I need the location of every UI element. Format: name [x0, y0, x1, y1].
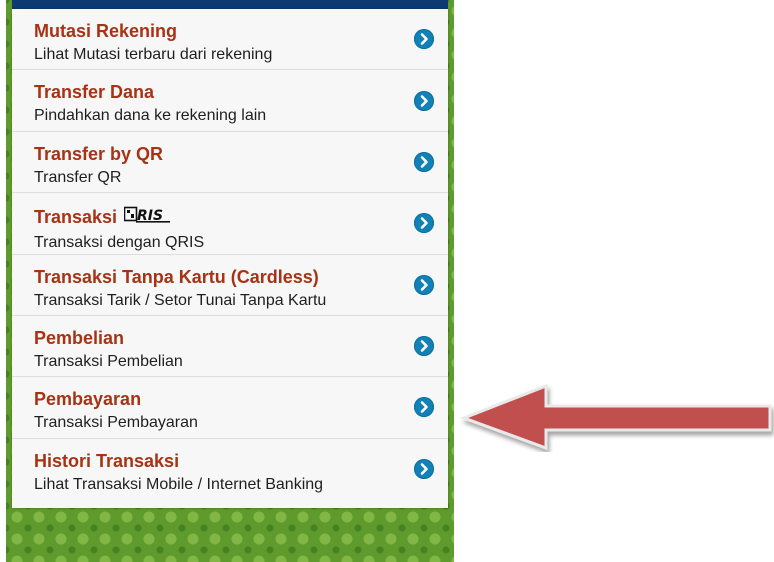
menu-item-transfer-by-qr[interactable]: Transfer by QR Transfer QR — [12, 132, 448, 194]
chevron-right-circle-icon[interactable] — [414, 274, 434, 295]
menu-item-histori-transaksi[interactable]: Histori Transaksi Lihat Transaksi Mobile… — [12, 439, 448, 500]
chevron-right-circle-icon[interactable] — [414, 213, 434, 234]
phone-screen: Mutasi Rekening Lihat Mutasi terbaru dar… — [6, 0, 454, 562]
menu-item-subtitle: Transaksi dengan QRIS — [34, 234, 205, 252]
chevron-right-circle-icon[interactable] — [414, 151, 434, 172]
menu-item-subtitle: Transaksi Pembelian — [34, 352, 183, 370]
menu-item-title: Pembayaran — [34, 389, 142, 410]
menu-item-title: Pembelian — [34, 327, 125, 348]
menu-item-title-row: Transaksi RIS — [34, 205, 398, 229]
menu-item-title: Mutasi Rekening — [34, 21, 178, 41]
menu-item-subtitle: Lihat Mutasi terbaru dari rekening — [34, 46, 273, 63]
menu-item-title: Transaksi — [34, 207, 118, 228]
background-pattern — [6, 508, 454, 562]
menu-item-pembelian[interactable]: Pembelian Transaksi Pembelian — [12, 316, 448, 378]
qris-logo-icon: RIS — [123, 205, 178, 229]
menu-item-pembayaran[interactable]: Pembayaran Transaksi Pembayaran — [12, 377, 448, 439]
chevron-right-circle-icon[interactable] — [414, 397, 434, 418]
menu-item-subtitle: Transaksi Pembayaran — [34, 414, 198, 432]
menu-item-transfer-dana[interactable]: Transfer Dana Pindahkan dana ke rekening… — [12, 70, 448, 132]
menu-item-transaksi-qris[interactable]: Transaksi RIS Transaksi dengan QRIS — [12, 193, 448, 255]
menu-item-subtitle: Transfer QR — [34, 168, 122, 186]
menu-item-subtitle: Lihat Transaksi Mobile / Internet Bankin… — [34, 475, 324, 493]
left-arrow-annotation — [459, 383, 772, 451]
menu-item-title: Transaksi Tanpa Kartu (Cardless) — [34, 266, 319, 287]
header-bar — [12, 0, 448, 9]
menu-item-title: Transfer by QR — [34, 143, 164, 164]
menu-item-mutasi-rekening[interactable]: Mutasi Rekening Lihat Mutasi terbaru dar… — [12, 9, 448, 71]
menu-item-transaksi-tanpa-kartu[interactable]: Transaksi Tanpa Kartu (Cardless) Transak… — [12, 255, 448, 316]
menu-item-title: Histori Transaksi — [34, 450, 180, 471]
menu-item-title: Transfer Dana — [34, 82, 155, 103]
menu-list: Mutasi Rekening Lihat Mutasi terbaru dar… — [12, 9, 448, 508]
menu-item-subtitle: Pindahkan dana ke rekening lain — [34, 107, 267, 125]
menu-item-subtitle: Transaksi Tarik / Setor Tunai Tanpa Kart… — [34, 291, 327, 309]
chevron-right-circle-icon[interactable] — [414, 336, 434, 357]
chevron-right-circle-icon[interactable] — [414, 459, 434, 480]
chevron-right-circle-icon[interactable] — [414, 90, 434, 111]
chevron-right-circle-icon[interactable] — [414, 29, 434, 50]
